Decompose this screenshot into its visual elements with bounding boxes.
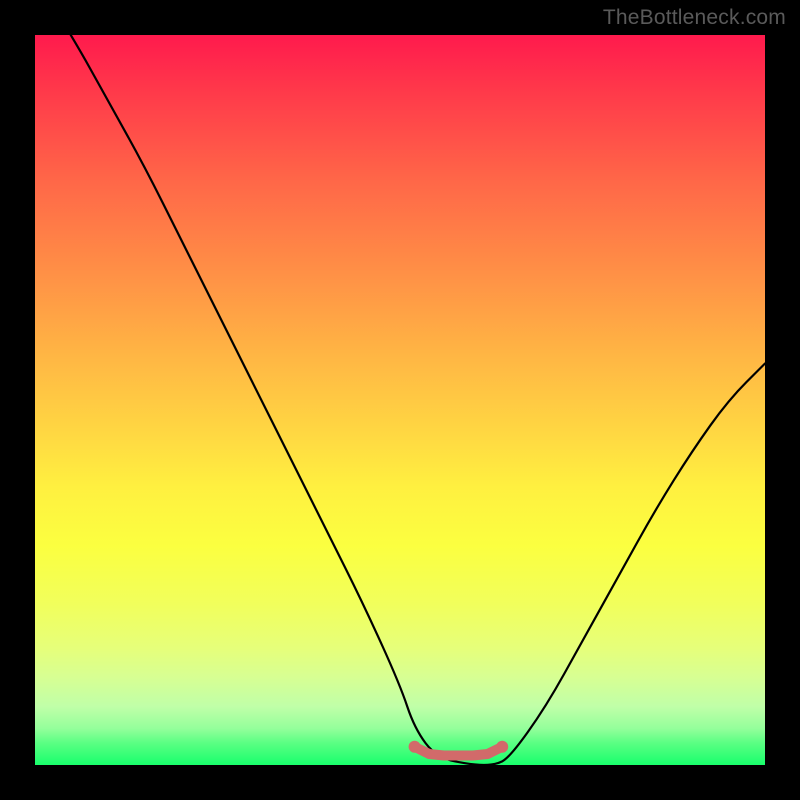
optimal-range-marker-line: [415, 747, 503, 756]
watermark-text: TheBottleneck.com: [603, 6, 786, 30]
optimal-range-marker-dot-left: [409, 741, 421, 753]
chart-svg: [35, 35, 765, 765]
bottleneck-curve-line: [35, 35, 765, 765]
chart-plot-area: [35, 35, 765, 765]
optimal-range-marker-dot-right: [496, 741, 508, 753]
